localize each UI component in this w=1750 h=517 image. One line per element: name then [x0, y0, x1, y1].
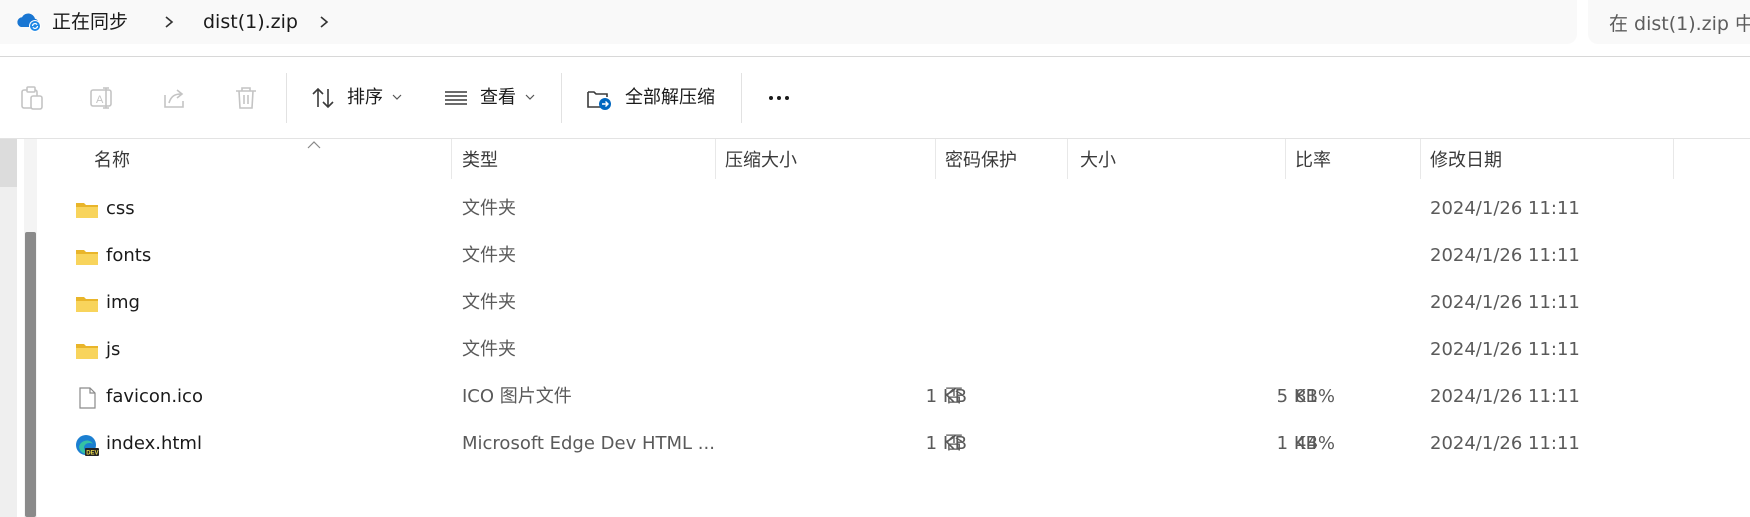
column-header-row: 名称 类型 压缩大小 密码保护 大小 比率 修改日期 — [45, 139, 1750, 183]
rename-icon[interactable]: A — [89, 85, 115, 111]
file-ratio: 44% — [1295, 433, 1336, 454]
extract-all-icon[interactable] — [586, 85, 612, 111]
chevron-right-icon[interactable] — [317, 12, 331, 32]
file-password-protected: 否 — [945, 433, 963, 454]
sort-ascending-icon — [307, 141, 321, 149]
address-bar[interactable]: 正在同步 dist(1).zip — [0, 0, 1577, 44]
share-icon[interactable] — [161, 85, 187, 111]
file-modified: 2024/1/26 11:11 — [1430, 433, 1580, 454]
file-modified: 2024/1/26 11:11 — [1430, 198, 1580, 219]
folder-icon — [76, 344, 98, 359]
file-type: 文件夹 — [462, 198, 516, 219]
file-modified: 2024/1/26 11:11 — [1430, 339, 1580, 360]
file-row[interactable]: favicon.ico ICO 图片文件 1 KB 否 5 KB 81% 202… — [45, 374, 1695, 421]
column-header-type[interactable]: 类型 — [462, 149, 498, 173]
sort-button[interactable]: 排序 — [347, 85, 383, 111]
file-name: css — [106, 198, 135, 219]
file-modified: 2024/1/26 11:11 — [1430, 245, 1580, 266]
file-row[interactable]: DEV index.html Microsoft Edge Dev HTML .… — [45, 421, 1695, 468]
edge-dev-icon: DEV — [76, 435, 99, 457]
separator — [741, 73, 742, 123]
more-options-icon[interactable] — [766, 85, 792, 111]
file-modified: 2024/1/26 11:11 — [1430, 292, 1580, 313]
file-name: img — [106, 292, 140, 313]
scrollbar-thumb[interactable] — [0, 139, 17, 187]
column-divider[interactable] — [715, 139, 716, 179]
column-header-name[interactable]: 名称 — [94, 149, 130, 173]
navigation-pane-scrollbar[interactable] — [0, 139, 17, 517]
chevron-down-icon[interactable] — [525, 93, 535, 101]
separator — [286, 73, 287, 123]
view-icon[interactable] — [443, 85, 469, 111]
file-type: 文件夹 — [462, 339, 516, 360]
breadcrumb-sync[interactable]: 正在同步 — [52, 8, 128, 36]
column-divider[interactable] — [1285, 139, 1286, 179]
file-type: 文件夹 — [462, 292, 516, 313]
file-row[interactable]: js 文件夹 2024/1/26 11:11 — [45, 327, 1695, 374]
column-header-modified[interactable]: 修改日期 — [1430, 149, 1502, 173]
column-divider[interactable] — [1420, 139, 1421, 179]
column-divider[interactable] — [1067, 139, 1068, 179]
chevron-down-icon[interactable] — [392, 93, 402, 101]
copy-icon[interactable] — [19, 85, 45, 111]
column-header-password[interactable]: 密码保护 — [945, 149, 1017, 173]
svg-text:A: A — [96, 94, 104, 106]
file-row[interactable]: fonts 文件夹 2024/1/26 11:11 — [45, 233, 1695, 280]
folder-icon — [76, 297, 98, 312]
file-compressed-size: 1 KB — [925, 386, 967, 407]
column-header-ratio[interactable]: 比率 — [1295, 149, 1331, 173]
column-divider[interactable] — [451, 139, 452, 179]
file-type: ICO 图片文件 — [462, 386, 572, 407]
search-box[interactable]: 在 dist(1).zip 中 — [1588, 0, 1750, 44]
file-modified: 2024/1/26 11:11 — [1430, 386, 1580, 407]
file-row[interactable]: css 文件夹 2024/1/26 11:11 — [45, 186, 1695, 233]
extract-all-button[interactable]: 全部解压缩 — [625, 85, 715, 111]
file-icon — [79, 387, 96, 409]
view-button[interactable]: 查看 — [480, 85, 516, 111]
file-name: js — [106, 339, 121, 360]
file-ratio: 81% — [1295, 386, 1336, 407]
command-bar: A 排序 查看 全部解压缩 — [0, 57, 1750, 138]
breadcrumb-zip[interactable]: dist(1).zip — [203, 8, 298, 36]
chevron-right-icon[interactable] — [162, 12, 176, 32]
svg-text:DEV: DEV — [86, 451, 98, 457]
file-name: favicon.ico — [106, 386, 203, 407]
file-size: 5 KB — [1276, 386, 1318, 407]
file-size: 1 KB — [1276, 433, 1318, 454]
file-name: fonts — [106, 245, 152, 266]
content-scrollbar-thumb[interactable] — [25, 232, 36, 517]
cloud-sync-icon — [17, 13, 41, 32]
file-name: index.html — [106, 433, 202, 454]
file-type: 文件夹 — [462, 245, 516, 266]
column-header-compressed-size[interactable]: 压缩大小 — [725, 149, 797, 173]
column-divider[interactable] — [935, 139, 936, 179]
address-bar-region: 正在同步 dist(1).zip 在 dist(1).zip 中 — [0, 0, 1750, 56]
separator — [561, 73, 562, 123]
folder-icon — [76, 250, 98, 265]
file-compressed-size: 1 KB — [925, 433, 967, 454]
delete-icon[interactable] — [233, 85, 259, 111]
file-row[interactable]: img 文件夹 2024/1/26 11:11 — [45, 280, 1695, 327]
column-header-size[interactable]: 大小 — [1080, 149, 1116, 173]
file-password-protected: 否 — [945, 386, 963, 407]
sort-icon[interactable] — [310, 85, 336, 111]
folder-icon — [76, 203, 98, 218]
search-placeholder: 在 dist(1).zip 中 — [1609, 13, 1750, 35]
column-divider[interactable] — [1673, 139, 1674, 179]
